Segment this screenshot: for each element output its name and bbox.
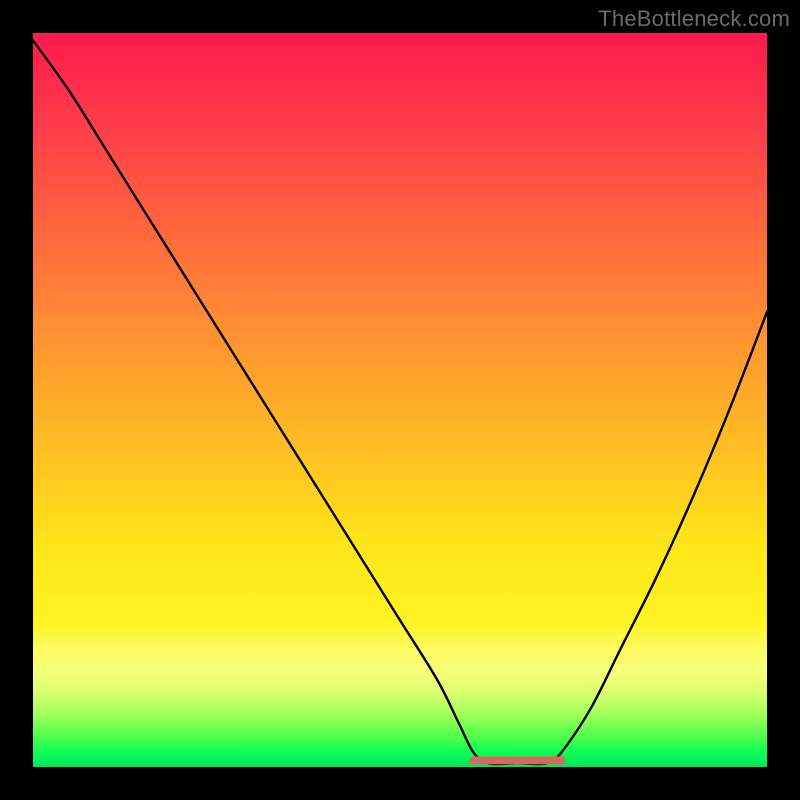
watermark-text: TheBottleneck.com xyxy=(598,6,790,32)
chart-svg xyxy=(33,33,767,767)
bottleneck-curve xyxy=(33,40,767,764)
chart-frame: TheBottleneck.com xyxy=(0,0,800,800)
plot-area xyxy=(33,33,767,767)
